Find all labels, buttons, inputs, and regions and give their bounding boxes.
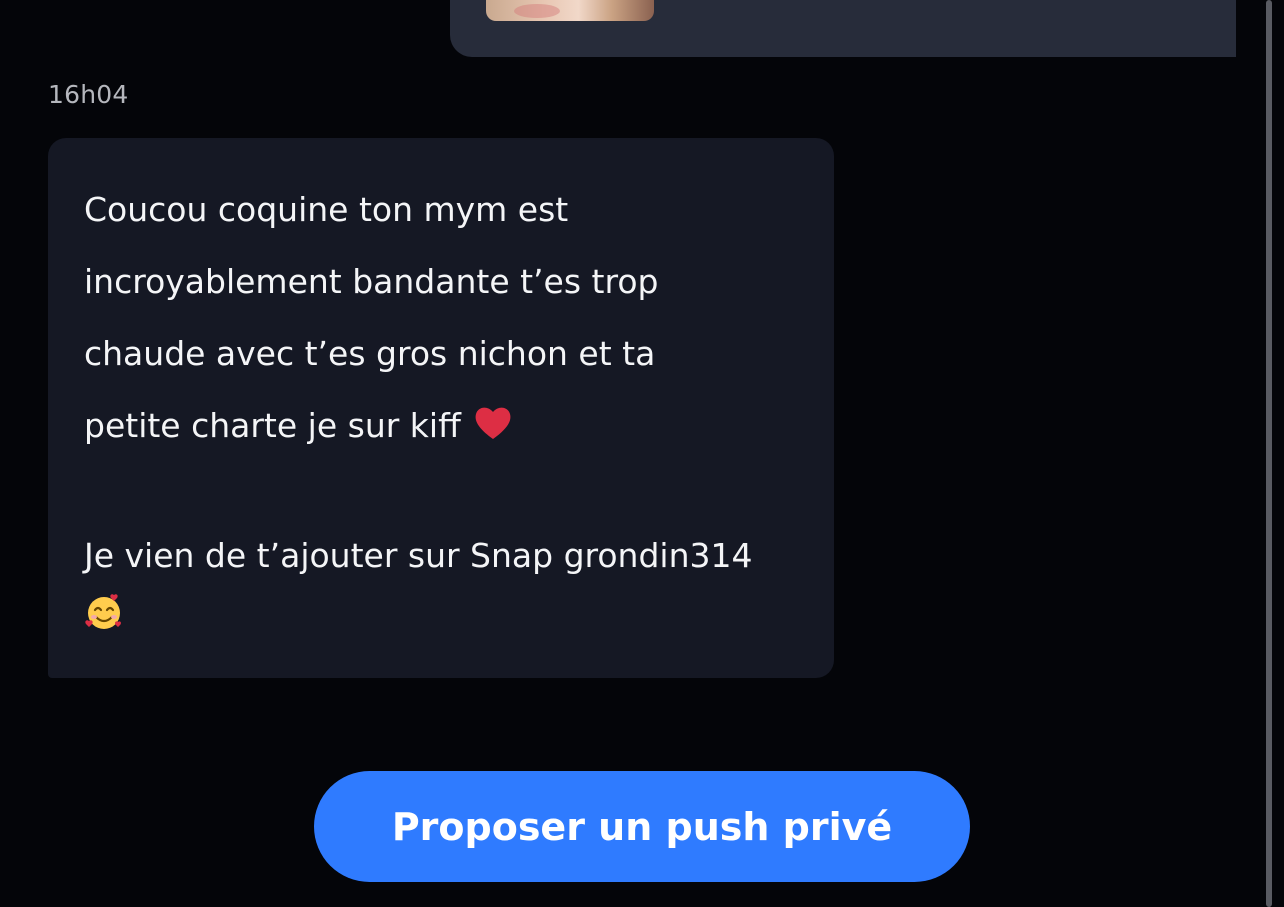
propose-private-push-button[interactable]: Proposer un push privé: [314, 771, 970, 882]
smiling-face-with-hearts-icon: [85, 594, 121, 629]
attached-photo-thumbnail[interactable]: [486, 0, 654, 21]
message-line: Coucou coquine ton mym est: [84, 190, 569, 229]
chat-screen: 16h04 Coucou coquine ton mym est incroya…: [0, 0, 1284, 907]
received-message-bubble[interactable]: Coucou coquine ton mym est incroyablemen…: [48, 138, 834, 678]
message-line: incroyablement bandante t’es trop: [84, 262, 659, 301]
red-heart-icon: [475, 407, 511, 439]
message-timestamp: 16h04: [48, 80, 129, 109]
scrollbar[interactable]: [1266, 0, 1272, 907]
sent-message-bubble[interactable]: [450, 0, 1236, 57]
message-line-with-heart: petite charte je sur kiff: [84, 390, 804, 462]
message-line: chaude avec t’es gros nichon et ta: [84, 334, 656, 373]
message-snap-line: Je vien de t’ajouter sur Snap grondin314: [84, 536, 753, 575]
message-line-text: petite charte je sur kiff: [84, 406, 461, 445]
